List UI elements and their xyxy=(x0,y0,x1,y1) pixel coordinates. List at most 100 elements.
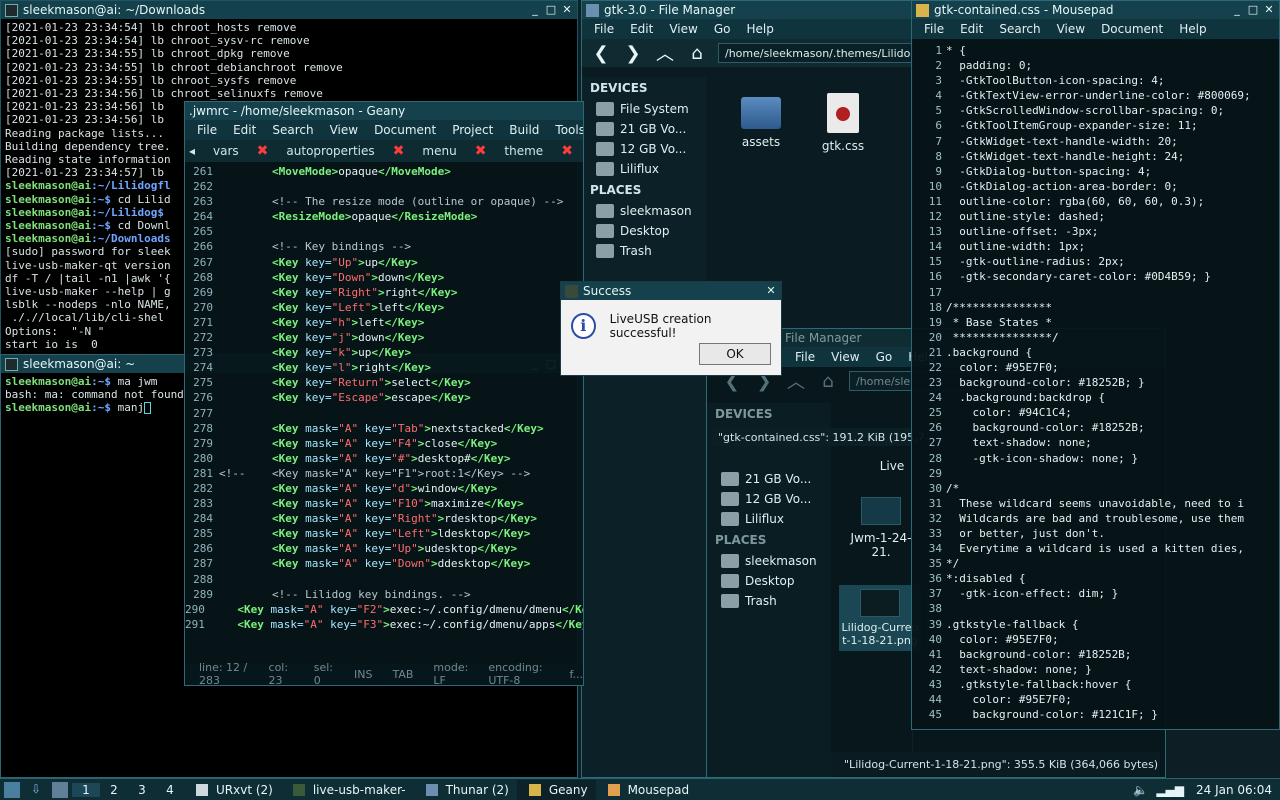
mousepad-window[interactable]: gtk-contained.css - Mousepad _ □ ✕ File E… xyxy=(911,0,1280,730)
geany-titlebar[interactable]: .jwmrc - /home/sleekmason - Geany xyxy=(185,102,583,120)
menu-item-build[interactable]: Build xyxy=(501,123,547,137)
ok-button[interactable]: OK xyxy=(699,343,771,365)
sidebar-item[interactable]: Liliflux xyxy=(707,509,831,529)
close-button[interactable]: ✕ xyxy=(560,3,574,17)
forward-arrow-icon[interactable]: ❯ xyxy=(622,43,644,64)
menu-item-search[interactable]: Search xyxy=(991,22,1048,36)
close-tab-icon[interactable]: ✖ xyxy=(561,143,573,159)
menu-item-file[interactable]: File xyxy=(586,22,622,36)
line-number: 31 xyxy=(928,496,942,510)
task-mousepad[interactable]: Mousepad xyxy=(596,780,698,800)
menu-item-help[interactable]: Help xyxy=(1171,22,1214,36)
workspace-4[interactable]: 4 xyxy=(156,783,184,797)
signal-icon[interactable]: ▂▄▆ xyxy=(1156,783,1184,797)
menu-item-view[interactable]: View xyxy=(661,22,705,36)
close-button[interactable]: ✕ xyxy=(1262,3,1276,17)
task-label: Thunar (2) xyxy=(445,782,509,797)
task-geany[interactable]: Geany xyxy=(516,779,596,800)
tab-autoproperties[interactable]: autoproperties ✖ xyxy=(286,143,404,159)
close-tab-icon[interactable]: ✖ xyxy=(475,143,487,159)
maximize-button[interactable]: □ xyxy=(1246,3,1260,17)
sidebar-item[interactable]: Trash xyxy=(707,591,831,611)
menu-item-search[interactable]: Search xyxy=(264,123,321,137)
menu-item-file[interactable]: File xyxy=(916,22,952,36)
sidebar-item[interactable]: Liliflux xyxy=(582,159,706,179)
task-thunar-2-[interactable]: Thunar (2) xyxy=(414,780,517,800)
menu-item-view[interactable]: View xyxy=(823,350,867,364)
code-text: * { xyxy=(946,44,966,57)
folder-item[interactable]: assets xyxy=(716,87,806,149)
code-editor[interactable]: 1 * {2 padding: 0; 3 -GtkToolButton-icon-s… xyxy=(912,43,1279,729)
tab-theme[interactable]: theme ✖ xyxy=(504,143,573,159)
terminal-titlebar[interactable]: sleekmason@ai: ~/Downloads _ □ ✕ xyxy=(1,1,577,19)
menu-item-view[interactable]: View xyxy=(1049,22,1093,36)
close-tab-icon[interactable]: ✖ xyxy=(393,143,405,159)
menu-item-project[interactable]: Project xyxy=(444,123,501,137)
line-number: 274 xyxy=(193,361,213,375)
success-dialog[interactable]: Success ✕ i LiveUSB creation successful!… xyxy=(560,281,782,376)
tab-vars[interactable]: vars ✖ xyxy=(213,143,268,159)
line-number: 268 xyxy=(193,270,213,284)
clock[interactable]: 24 Jan 06:04 xyxy=(1196,783,1280,797)
sidebar-item[interactable]: sleekmason xyxy=(707,551,831,571)
place-icon xyxy=(596,204,614,218)
menu-item-tools[interactable]: Tools xyxy=(547,123,583,137)
location-bar[interactable]: /home/sleekmason/.themes/Lilidog-dark/gt… xyxy=(718,43,912,63)
sidebar-item[interactable]: 21 GB Vo... xyxy=(707,469,831,489)
menu-icon[interactable] xyxy=(4,781,20,798)
sidebar-item[interactable]: 21 GB Vo... xyxy=(582,119,706,139)
file-manager-titlebar[interactable]: gtk-3.0 - File Manager xyxy=(582,1,912,19)
line-number: 284 xyxy=(193,512,213,526)
prompt-path: :~$ xyxy=(91,401,111,415)
task-live-usb-maker-[interactable]: live-usb-maker- xyxy=(281,780,414,800)
selected-file-item[interactable]: Lilidog-Current-1-18-21.png xyxy=(839,585,921,651)
sidebar-item[interactable]: Desktop xyxy=(582,221,706,241)
dialog-titlebar[interactable]: Success ✕ xyxy=(561,282,781,300)
up-arrow-icon[interactable]: ︿ xyxy=(785,368,807,394)
dialog-title: Success xyxy=(583,284,632,298)
menu-item-go[interactable]: Go xyxy=(868,350,901,364)
workspace-3[interactable]: 3 xyxy=(128,783,156,797)
tab-scroll-left-icon[interactable]: ◂ xyxy=(189,144,195,158)
menu-item-view[interactable]: View xyxy=(322,123,366,137)
menu-item-edit[interactable]: Edit xyxy=(225,123,264,137)
file-item[interactable]: gtk.css xyxy=(798,87,888,153)
folder-icon xyxy=(586,3,599,17)
tab-menu[interactable]: menu ✖ xyxy=(422,143,486,159)
back-arrow-icon[interactable]: ❮ xyxy=(590,43,612,64)
workspace-1[interactable]: 1 xyxy=(72,782,100,797)
code-editor[interactable]: 261 <MoveMode>opaque</MoveMode> 262 263 <!… xyxy=(185,164,583,639)
sidebar-item[interactable]: sleekmason xyxy=(582,201,706,221)
volume-icon[interactable]: 🔈 xyxy=(1133,783,1148,797)
sidebar-item[interactable]: Desktop xyxy=(707,571,831,591)
menu-item-file[interactable]: File xyxy=(189,123,225,137)
sidebar-item[interactable]: 12 GB Vo... xyxy=(582,139,706,159)
up-arrow-icon[interactable]: ︿ xyxy=(654,40,676,66)
close-tab-icon[interactable]: ✖ xyxy=(257,143,269,159)
minimize-button[interactable]: _ xyxy=(528,3,542,17)
minimize-button[interactable]: _ xyxy=(1230,3,1244,17)
menu-item-edit[interactable]: Edit xyxy=(622,22,661,36)
close-button[interactable]: ✕ xyxy=(764,284,778,298)
home-icon[interactable]: ⌂ xyxy=(686,43,708,64)
menu-item-document[interactable]: Document xyxy=(366,123,444,137)
maximize-button[interactable]: □ xyxy=(544,3,558,17)
sidebar-item[interactable]: 12 GB Vo... xyxy=(707,489,831,509)
menu-item-edit[interactable]: Edit xyxy=(952,22,991,36)
mousepad-titlebar[interactable]: gtk-contained.css - Mousepad _ □ ✕ xyxy=(912,1,1279,19)
sidebar-item[interactable]: File System xyxy=(582,99,706,119)
image-file-item[interactable]: Jwm-1-24-21. xyxy=(841,497,921,559)
menu-item-go[interactable]: Go xyxy=(706,22,739,36)
geany-window[interactable]: .jwmrc - /home/sleekmason - Geany File Ed… xyxy=(184,101,584,686)
task-urxvt-2-[interactable]: URxvt (2) xyxy=(184,780,281,800)
menu-item-document[interactable]: Document xyxy=(1093,22,1171,36)
code-text: <Key key="h">left</Key> xyxy=(271,315,425,329)
menu-item-help[interactable]: Help xyxy=(738,22,781,36)
home-icon[interactable]: ⌂ xyxy=(817,371,839,392)
sidebar-item[interactable]: Trash xyxy=(582,241,706,261)
show-desktop-icon[interactable] xyxy=(52,781,68,798)
code-line: 42 text-shadow: none; } xyxy=(912,662,1279,677)
workspace-2[interactable]: 2 xyxy=(100,783,128,797)
menu-item-file[interactable]: File xyxy=(787,350,823,364)
download-arrow-icon[interactable]: ⇩ xyxy=(28,782,44,798)
